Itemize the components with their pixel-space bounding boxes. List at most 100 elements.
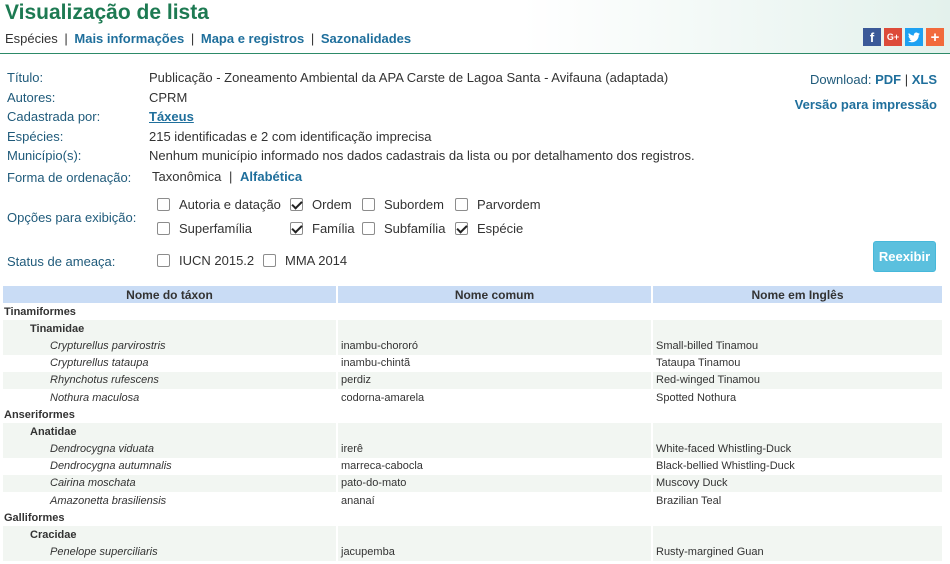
checkbox-mma[interactable] (263, 254, 276, 267)
option-subfamilia[interactable]: Subfamília (362, 221, 445, 236)
option-iucn[interactable]: IUCN 2015.2 (157, 253, 254, 268)
order-row: Galliformes (3, 509, 944, 527)
facebook-icon[interactable]: f (863, 28, 881, 46)
cell-common (338, 320, 653, 338)
option-superfamilia[interactable]: Superfamília (157, 221, 252, 236)
cell-common: inambu-chororó (338, 337, 653, 355)
option-mma[interactable]: MMA 2014 (263, 253, 347, 268)
subnav-separator: | (310, 31, 315, 46)
reexibir-button[interactable]: Reexibir (873, 241, 936, 272)
family-row: Cracidae (3, 526, 944, 544)
sort-alphabetic-link[interactable]: Alfabética (240, 169, 302, 184)
twitter-icon[interactable] (905, 28, 923, 46)
checkbox-familia[interactable] (290, 222, 303, 235)
species-row: Crypturellus parvirostris inambu-chororó S… (3, 337, 944, 355)
option-label: Parvordem (477, 197, 541, 212)
cell-common: marreca-cabocla (338, 457, 653, 475)
meta-label: Título: (7, 70, 44, 85)
cell-taxon: Rhynchotus rufescens (3, 371, 338, 389)
option-autoria-datacao[interactable]: Autoria e datação (157, 197, 281, 212)
cell-taxon: Nothura maculosa (3, 388, 338, 407)
page-title: Visualização de lista (5, 1, 209, 24)
meta-label: Autores: (7, 89, 56, 105)
download-pdf-link[interactable]: PDF (875, 72, 901, 87)
option-label: Ordem (312, 197, 352, 212)
option-label: MMA 2014 (285, 253, 348, 268)
column-header-english: Nome em Inglês (653, 286, 944, 303)
threat-status-label: Status de ameaça: (7, 254, 116, 269)
option-label: Subordem (384, 197, 444, 212)
family-row: Tinamidae (3, 320, 944, 338)
sort-separator: | (229, 169, 233, 184)
cell-english: Rusty-margined Guan (653, 543, 944, 561)
cell-english: Small-billed Tinamou (653, 337, 944, 355)
cell-english (653, 423, 944, 441)
cell-taxon: Dendrocygna viduata (3, 440, 338, 458)
sort-options: Taxonômica | Alfabética (152, 169, 302, 184)
cell-english (653, 526, 944, 544)
google-plus-icon[interactable]: G+ (884, 28, 902, 46)
meta-label: Espécies: (7, 128, 64, 144)
option-especie[interactable]: Espécie (455, 221, 523, 236)
cell-common (338, 423, 653, 441)
subnav: Espécies | Mais informações | Mapa e reg… (5, 31, 411, 46)
cell-common: inambu-chintã (338, 354, 653, 372)
cell-common: jacupemba (338, 543, 653, 561)
checkbox-subordem[interactable] (362, 198, 375, 211)
subnav-link-sazonalidades[interactable]: Sazonalidades (321, 31, 411, 46)
cell-taxon: Amazonetta brasiliensis (3, 492, 338, 510)
meta-value: Publicação - Zoneamento Ambiental da APA… (149, 70, 669, 85)
taxa-table: Nome do táxon Nome comum Nome em Inglês … (3, 286, 944, 561)
cell-common: ananaí (338, 492, 653, 510)
download-label: Download: (810, 72, 872, 87)
cell-english: Tataupa Tinamou (653, 354, 944, 372)
checkbox-autoria-datacao[interactable] (157, 198, 170, 211)
display-options-label: Opções para exibição: (7, 210, 137, 225)
option-ordem[interactable]: Ordem (290, 197, 352, 212)
download-panel: Download: PDF | XLS Versão para impressã… (795, 70, 937, 115)
cell-taxon: Galliformes (3, 509, 944, 527)
download-xls-link[interactable]: XLS (912, 72, 937, 87)
checkbox-superfamilia[interactable] (157, 222, 170, 235)
page-header: Visualização de lista Espécies | Mais in… (0, 0, 950, 54)
option-parvordem[interactable]: Parvordem (455, 197, 541, 212)
option-familia[interactable]: Família (290, 221, 355, 236)
family-row: Anatidae (3, 423, 944, 441)
subnav-link-mais-informacoes[interactable]: Mais informações (74, 31, 184, 46)
meta-label: Município(s): (7, 148, 82, 163)
subnav-separator: | (190, 31, 195, 46)
checkbox-especie[interactable] (455, 222, 468, 235)
download-separator: | (904, 72, 909, 87)
more-share-icon[interactable]: + (926, 28, 944, 46)
checkbox-parvordem[interactable] (455, 198, 468, 211)
sort-label: Forma de ordenação: (7, 170, 132, 185)
cell-common: pato-do-mato (338, 474, 653, 493)
order-row: Tinamiformes (3, 303, 944, 321)
cell-common: codorna-amarela (338, 388, 653, 407)
option-subordem[interactable]: Subordem (362, 197, 444, 212)
twitter-bird-glyph (908, 32, 920, 42)
cell-taxon: Cairina moschata (3, 474, 338, 493)
checkbox-iucn[interactable] (157, 254, 170, 267)
cell-taxon: Tinamiformes (3, 303, 944, 321)
cell-english (653, 320, 944, 338)
cell-taxon: Crypturellus tataupa (3, 354, 338, 372)
table-header-row: Nome do táxon Nome comum Nome em Inglês (3, 286, 944, 303)
species-row: Penelope superciliaris jacupemba Rusty-mar… (3, 543, 944, 561)
cell-english: Black-bellied Whistling-Duck (653, 457, 944, 475)
meta-value: 215 identificadas e 2 com identificação … (149, 128, 432, 144)
checkbox-ordem[interactable] (290, 198, 303, 211)
cell-taxon: Penelope superciliaris (3, 543, 338, 561)
meta-label: Cadastrada por: (7, 109, 101, 124)
sort-taxonomic-option[interactable]: Taxonômica (152, 169, 221, 184)
order-row: Anseriformes (3, 406, 944, 424)
cadastrada-por-link[interactable]: Táxeus (149, 107, 194, 126)
cell-taxon: Tinamidae (3, 320, 338, 338)
print-version-link[interactable]: Versão para impressão (795, 95, 937, 115)
cell-taxon: Anseriformes (3, 406, 944, 424)
table-body: Tinamiformes Tinamidae Crypturellus parvir… (3, 303, 944, 561)
species-row: Crypturellus tataupa inambu-chintã Tataupa… (3, 354, 944, 372)
subnav-link-mapa-registros[interactable]: Mapa e registros (201, 31, 304, 46)
checkbox-subfamilia[interactable] (362, 222, 375, 235)
species-row: Dendrocygna autumnalis marreca-cabocla Bla… (3, 457, 944, 475)
